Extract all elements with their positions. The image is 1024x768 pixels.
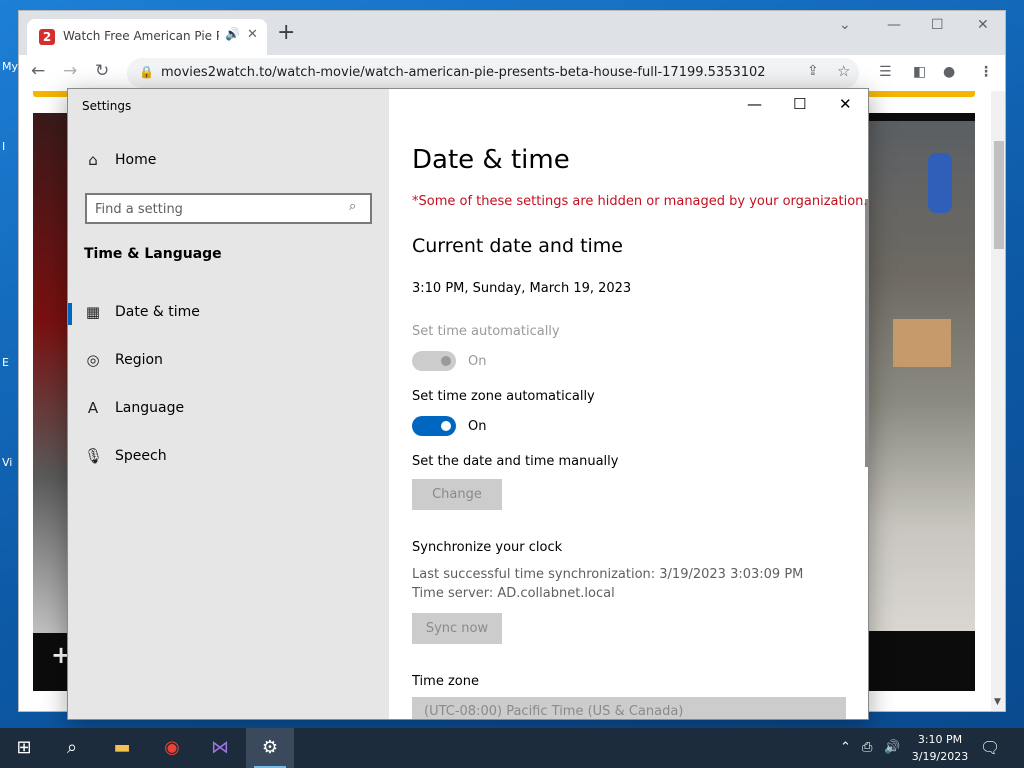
settings-content: — ☐ ✕ Date & time *Some of these setting… <box>389 89 868 719</box>
speaker-icon[interactable]: 🔊 <box>225 27 240 41</box>
language-icon: A <box>87 399 99 417</box>
scrollbar-thumb[interactable] <box>994 141 1004 249</box>
search-icon[interactable]: ⌕ <box>48 728 96 768</box>
section-title: Time & Language <box>84 246 222 262</box>
taskbar: ⊞ ⌕ ▬ ◉ ⋈ ⚙ ⌃ ⎙ 🔊 3:10 PM 3/19/2023 🗨 <box>0 728 1024 768</box>
set-time-auto-state: On <box>468 354 487 369</box>
file-explorer-icon[interactable]: ▬ <box>98 728 146 768</box>
calendar-clock-icon: ▦ <box>85 303 101 321</box>
change-button[interactable]: Change <box>412 479 502 510</box>
maximize-icon[interactable]: ☐ <box>931 17 944 33</box>
sidebar-item-date-time[interactable]: ▦ Date & time <box>68 295 389 331</box>
notification-icon[interactable]: 🗨 <box>980 738 1000 757</box>
chevron-up-icon[interactable]: ⌃ <box>840 740 851 755</box>
content-scrollbar[interactable] <box>865 199 868 467</box>
minimize-icon[interactable]: — <box>747 95 762 113</box>
browser-toolbar: ← → ↻ 🔒 movies2watch.to/watch-movie/watc… <box>19 55 1005 91</box>
chevron-down-icon[interactable]: ⌄ <box>839 17 851 33</box>
menu-icon[interactable]: ⋮ <box>979 64 993 80</box>
sidebar-item-label: Date & time <box>115 304 200 320</box>
address-bar[interactable]: 🔒 movies2watch.to/watch-movie/watch-amer… <box>127 58 859 88</box>
timezone-heading: Time zone <box>412 674 479 689</box>
time-server-text: Time server: AD.collabnet.local <box>412 586 615 601</box>
lock-icon[interactable]: 🔒 <box>139 65 154 79</box>
set-tz-auto-label: Set time zone automatically <box>412 389 595 404</box>
home-icon: ⌂ <box>88 151 98 169</box>
set-tz-auto-state: On <box>468 419 487 434</box>
last-sync-text: Last successful time synchronization: 3/… <box>412 567 804 582</box>
microphone-icon: 🎙 <box>84 447 104 465</box>
search-input[interactable] <box>95 199 335 219</box>
clock-time: 3:10 PM <box>917 733 963 746</box>
url-text[interactable]: movies2watch.to/watch-movie/watch-americ… <box>161 65 766 80</box>
page-title: Date & time <box>412 145 570 175</box>
desktop-icon-label[interactable]: My <box>2 60 18 73</box>
sync-heading: Synchronize your clock <box>412 540 563 555</box>
desktop-icon-label[interactable]: I <box>2 140 5 153</box>
settings-search[interactable]: ⌕ <box>85 193 372 224</box>
browser-tab[interactable]: 2 Watch Free American Pie Presents Beta … <box>27 19 267 55</box>
timezone-select[interactable]: (UTC-08:00) Pacific Time (US & Canada) <box>412 697 846 719</box>
window-title: Settings <box>82 99 132 113</box>
sidebar-item-language[interactable]: A Language <box>68 391 389 427</box>
back-icon[interactable]: ← <box>31 61 45 81</box>
sidebar-item-region[interactable]: ◎ Region <box>68 343 389 379</box>
video-frame <box>893 319 951 367</box>
globe-icon: ◎ <box>86 351 100 369</box>
windows-start-icon[interactable]: ⊞ <box>0 728 48 768</box>
close-icon[interactable]: ✕ <box>839 95 852 113</box>
close-icon[interactable]: ✕ <box>977 17 989 33</box>
tab-title: Watch Free American Pie Presents Beta Ho… <box>63 29 219 43</box>
sync-now-button[interactable]: Sync now <box>412 613 502 644</box>
home-nav-item[interactable]: ⌂ Home <box>68 143 389 179</box>
share-icon[interactable]: ⇪ <box>807 63 819 79</box>
current-datetime-value: 3:10 PM, Sunday, March 19, 2023 <box>412 281 632 296</box>
clock-date: 3/19/2023 <box>911 750 969 763</box>
tab-strip: 2 Watch Free American Pie Presents Beta … <box>19 11 1005 55</box>
close-icon[interactable]: ✕ <box>247 27 258 42</box>
system-clock[interactable]: 3:10 PM 3/19/2023 <box>904 731 976 765</box>
set-time-auto-toggle[interactable] <box>412 351 456 371</box>
home-label: Home <box>115 152 157 168</box>
maximize-icon[interactable]: ☐ <box>793 95 806 113</box>
current-datetime-heading: Current date and time <box>412 235 623 257</box>
plus-icon[interactable]: + <box>277 22 295 44</box>
video-frame <box>868 121 975 631</box>
reading-list-icon[interactable]: ☰ <box>879 64 892 80</box>
page-scrollbar[interactable]: ▼ <box>991 91 1005 711</box>
site-favicon-icon: 2 <box>39 29 55 45</box>
volume-icon[interactable]: 🔊 <box>884 740 900 755</box>
sidebar-item-label: Speech <box>115 448 167 464</box>
settings-window: Settings ⌂ Home ⌕ Time & Language ▦ Date… <box>67 88 869 720</box>
settings-sidebar: Settings ⌂ Home ⌕ Time & Language ▦ Date… <box>68 89 389 719</box>
desktop-icon-label[interactable]: Vi <box>2 456 12 469</box>
settings-gear-icon[interactable]: ⚙ <box>246 728 294 768</box>
set-tz-auto-toggle[interactable] <box>412 416 456 436</box>
sidebar-item-label: Region <box>115 352 163 368</box>
search-icon[interactable]: ⌕ <box>349 199 356 214</box>
desktop-icon-label[interactable]: E <box>2 356 9 369</box>
sidebar-icon[interactable]: ◧ <box>913 64 926 80</box>
manual-datetime-label: Set the date and time manually <box>412 454 619 469</box>
chrome-icon[interactable]: ◉ <box>148 728 196 768</box>
set-time-auto-label: Set time automatically <box>412 324 560 339</box>
profile-icon[interactable]: ● <box>943 64 955 80</box>
visual-studio-icon[interactable]: ⋈ <box>196 728 244 768</box>
network-icon[interactable]: ⎙ <box>862 740 872 755</box>
scroll-down-icon[interactable]: ▼ <box>994 697 1001 707</box>
org-managed-notice: *Some of these settings are hidden or ma… <box>412 194 868 209</box>
minimize-icon[interactable]: — <box>887 17 901 33</box>
sidebar-item-speech[interactable]: 🎙 Speech <box>68 439 389 475</box>
star-icon[interactable]: ☆ <box>837 62 850 80</box>
forward-icon[interactable]: → <box>63 61 77 81</box>
sidebar-item-label: Language <box>115 400 185 416</box>
reload-icon[interactable]: ↻ <box>95 61 109 81</box>
video-frame <box>928 153 952 213</box>
